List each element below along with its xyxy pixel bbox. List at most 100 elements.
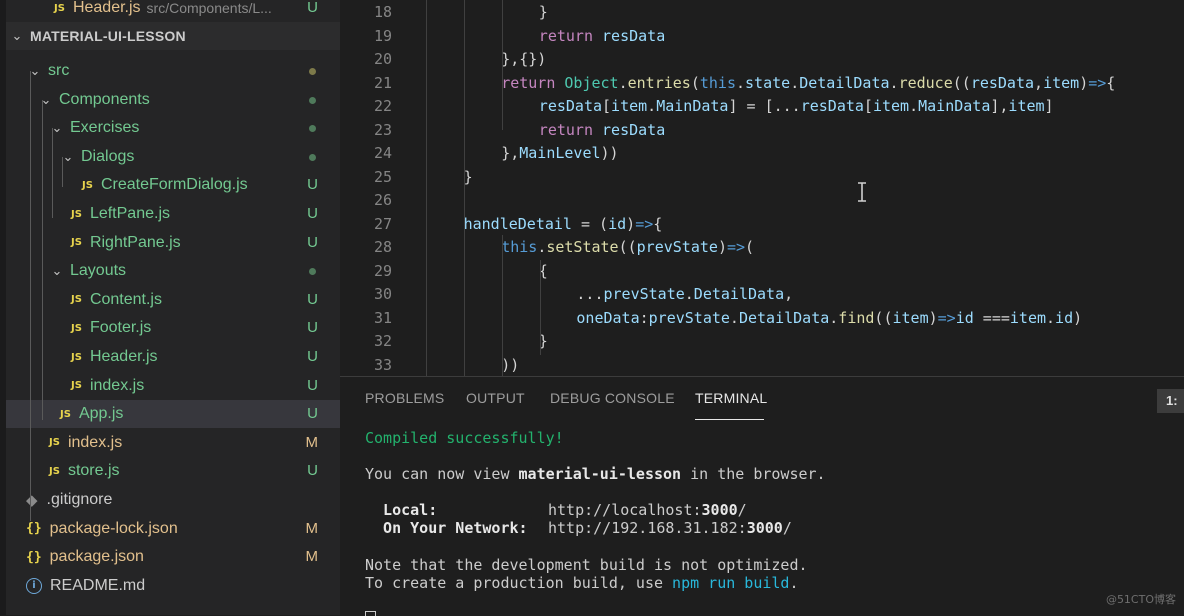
explorer-item-leftpane-js[interactable]: JS LeftPane.js U [6,200,340,228]
terminal-selector[interactable]: 1: [1157,389,1184,413]
code-token: prevState [648,308,730,327]
explorer-section-title: MATERIAL-UI-LESSON [30,28,186,44]
git-status-badge: U [307,290,318,308]
code-token: } [538,3,548,21]
code-token: item [1009,308,1047,327]
js-file-icon: JS [71,322,82,334]
js-file-icon: JS [60,408,71,420]
bottom-panel: PROBLEMS OUTPUT DEBUG CONSOLE TERMINAL 1… [340,376,1184,616]
code-token: return [538,120,603,139]
explorer-item-createformdialog-js[interactable]: JS CreateFormDialog.js U [6,171,340,199]
indent-guide [464,0,465,376]
code-token: ... [576,285,604,303]
code-token: MainLevel [519,144,601,162]
code-token: = ( [571,214,609,233]
app-name: material-ui-lesson [518,465,682,483]
js-file-icon: JS [49,437,60,449]
code-token: state [745,73,791,92]
code-token: find [838,308,875,327]
code-editor[interactable]: 18} 19 return resData 20},{}) 21 return Objec… [340,0,1184,376]
compiled-message: Compiled successfully! [365,429,564,447]
code-token: handleDetail [463,214,572,233]
explorer-item-content-js[interactable]: JS Content.js U [6,286,340,314]
code-token: resData [602,26,666,45]
js-file-icon: JS [71,351,82,363]
code-token: Object [564,73,619,92]
code-token: . [618,73,628,92]
code-line: 24},MainLevel)) [340,142,1184,166]
indent-guide [502,235,503,376]
code-token: )) [501,355,520,374]
code-token: ) [1073,308,1083,327]
git-status-badge: U [307,205,318,222]
explorer-item-label: Components [59,90,150,108]
explorer-item-index-js[interactable]: JS index.js U [6,372,340,400]
tab-output[interactable]: OUTPUT [466,390,525,406]
code-token: , [1034,73,1044,92]
explorer-folder-exercises[interactable]: ⌄ Exercises [6,114,340,142]
code-token: === [973,308,1010,327]
explorer-section-header[interactable]: ⌄ MATERIAL-UI-LESSON [6,22,340,50]
network-url[interactable]: http://192.168.31.182:3000/ [548,519,792,537]
code-token: resData [800,97,864,115]
line-number: 26 [373,191,392,209]
explorer-folder-dialogs[interactable]: ⌄ Dialogs [6,143,340,171]
indent-guide [30,71,31,521]
code-token: return [538,26,603,45]
explorer-item-index-js[interactable]: JS index.js M [6,429,340,457]
code-text: } [539,1,548,25]
local-url[interactable]: http://localhost:3000/ [548,501,747,519]
explorer-item-label: RightPane.js [89,233,181,251]
code-token: . [537,238,547,256]
explorer-item-rightpane-js[interactable]: JS RightPane.js U [6,229,340,257]
explorer-item-store-js[interactable]: JS store.js U [6,457,340,485]
code-line: 18} [340,1,1184,25]
modified-indicator-dot [309,268,316,276]
terminal-line-network: On Your Network: [365,519,528,537]
git-status-badge: U [307,462,318,480]
explorer-item-label: README.md [50,576,146,594]
line-number: 25 [373,167,392,186]
explorer-item-label: App.js [78,405,124,423]
explorer-item-footer-js[interactable]: JS Footer.js U [6,314,340,342]
code-token: ) [717,238,727,256]
code-token: ) [1079,73,1089,92]
explorer-item-gitignore[interactable]: ◆ .gitignore [6,486,340,514]
tab-terminal[interactable]: TERMINAL [695,390,767,406]
code-token: ], [990,97,1009,115]
explorer-item-app-js[interactable]: JS App.js U [6,400,340,429]
explorer-item-header-js-top[interactable]: JS Header.js src/Components/L... U [6,0,340,22]
line-number: 19 [373,26,392,45]
modified-indicator-dot [309,125,316,133]
terminal-line-note2: To create a production build, use npm ru… [365,574,798,592]
explorer-item-readme-md[interactable]: i README.md [6,572,340,600]
code-token: => [937,308,956,327]
indent-guide [62,157,63,187]
code-text: oneData:prevState.DetailData.find((item)… [576,307,1082,331]
js-file-icon: JS [71,208,82,220]
explorer-item-package-json[interactable]: {} package.json M [6,543,340,571]
code-text: },{}) [501,48,546,72]
explorer-item-package-lock-json[interactable]: {} package-lock.json M [6,515,340,543]
explorer-item-label: package-lock.json [49,519,178,537]
code-text: )) [501,354,519,377]
code-token: id [955,308,974,327]
explorer-item-header-js[interactable]: JS Header.js U [6,343,340,371]
code-token: (( [874,308,893,327]
explorer-folder-components[interactable]: ⌄ Components [6,86,340,114]
explorer-item-label: store.js [67,462,120,480]
line-number: 33 [373,355,392,374]
code-token: id [1055,308,1074,327]
code-text: return resData [539,119,665,143]
line-number: 27 [373,214,392,233]
tab-problems[interactable]: PROBLEMS [365,390,444,406]
modified-indicator-dot [309,96,316,104]
json-file-icon: {} [26,521,42,537]
code-line: 19 return resData [340,25,1184,49]
explorer-folder-src[interactable]: ⌄ src [6,57,340,85]
explorer-item-label: Layouts [70,262,127,280]
tab-debug-console[interactable]: DEBUG CONSOLE [550,390,675,406]
code-token: DetailData [738,308,830,327]
explorer-folder-layouts[interactable]: ⌄ Layouts [6,257,340,285]
code-token: { [653,214,663,233]
